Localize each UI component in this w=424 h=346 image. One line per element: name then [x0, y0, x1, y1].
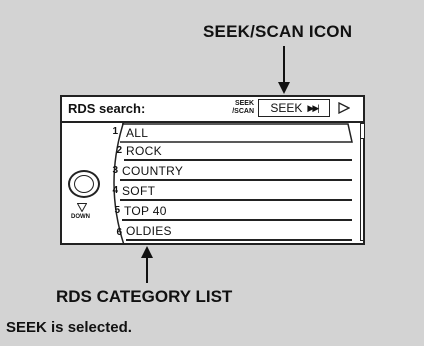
selector-knob-icon[interactable]	[68, 170, 100, 198]
category-number: 1	[112, 126, 118, 137]
seek-scan-label: SEEK /SCAN	[218, 100, 254, 116]
scrollbar-thumb[interactable]	[361, 124, 364, 139]
row-divider	[122, 219, 352, 221]
caption-text: SEEK is selected.	[6, 319, 132, 336]
category-number: 5	[114, 205, 120, 216]
callout-arrow-top	[283, 46, 285, 84]
row-divider	[124, 159, 352, 161]
category-item-all[interactable]: ALL	[126, 126, 148, 140]
category-item-soft[interactable]: SOFT	[122, 184, 155, 198]
selected-row-highlight	[120, 123, 353, 143]
screen-title: RDS search:	[68, 101, 146, 116]
category-item-country[interactable]: COUNTRY	[122, 164, 183, 178]
callout-arrowhead-top	[278, 82, 290, 94]
category-number: 2	[116, 145, 122, 156]
category-number: 4	[112, 185, 118, 196]
seek-scan-label-line2: /SCAN	[232, 108, 254, 115]
row-divider	[126, 239, 352, 241]
seek-button-label: SEEK	[270, 101, 303, 115]
seek-scan-label-line1: SEEK	[234, 100, 254, 107]
down-triangle-icon	[77, 203, 87, 212]
play-triangle-icon[interactable]	[338, 102, 350, 114]
down-label: DOWN	[71, 214, 90, 220]
seek-scan-icon-callout: SEEK/SCAN ICON	[203, 22, 353, 41]
scrollbar[interactable]	[360, 123, 365, 241]
category-number: 3	[112, 165, 118, 176]
category-number: 6	[116, 227, 122, 238]
row-divider	[120, 179, 352, 181]
rds-search-screen: RDS search: SEEK /SCAN SEEK ▶▶| DOWN 1 A…	[60, 95, 365, 245]
seek-button[interactable]: SEEK ▶▶|	[258, 99, 330, 117]
category-item-top-40[interactable]: TOP 40	[124, 204, 167, 218]
category-item-rock[interactable]: ROCK	[126, 144, 162, 158]
rds-category-list-callout: RDS CATEGORY LIST	[56, 287, 233, 306]
fast-forward-icon: ▶▶|	[307, 102, 319, 113]
category-item-oldies[interactable]: OLDIES	[126, 224, 172, 238]
row-divider	[120, 199, 352, 201]
callout-arrow-bottom	[146, 257, 148, 283]
